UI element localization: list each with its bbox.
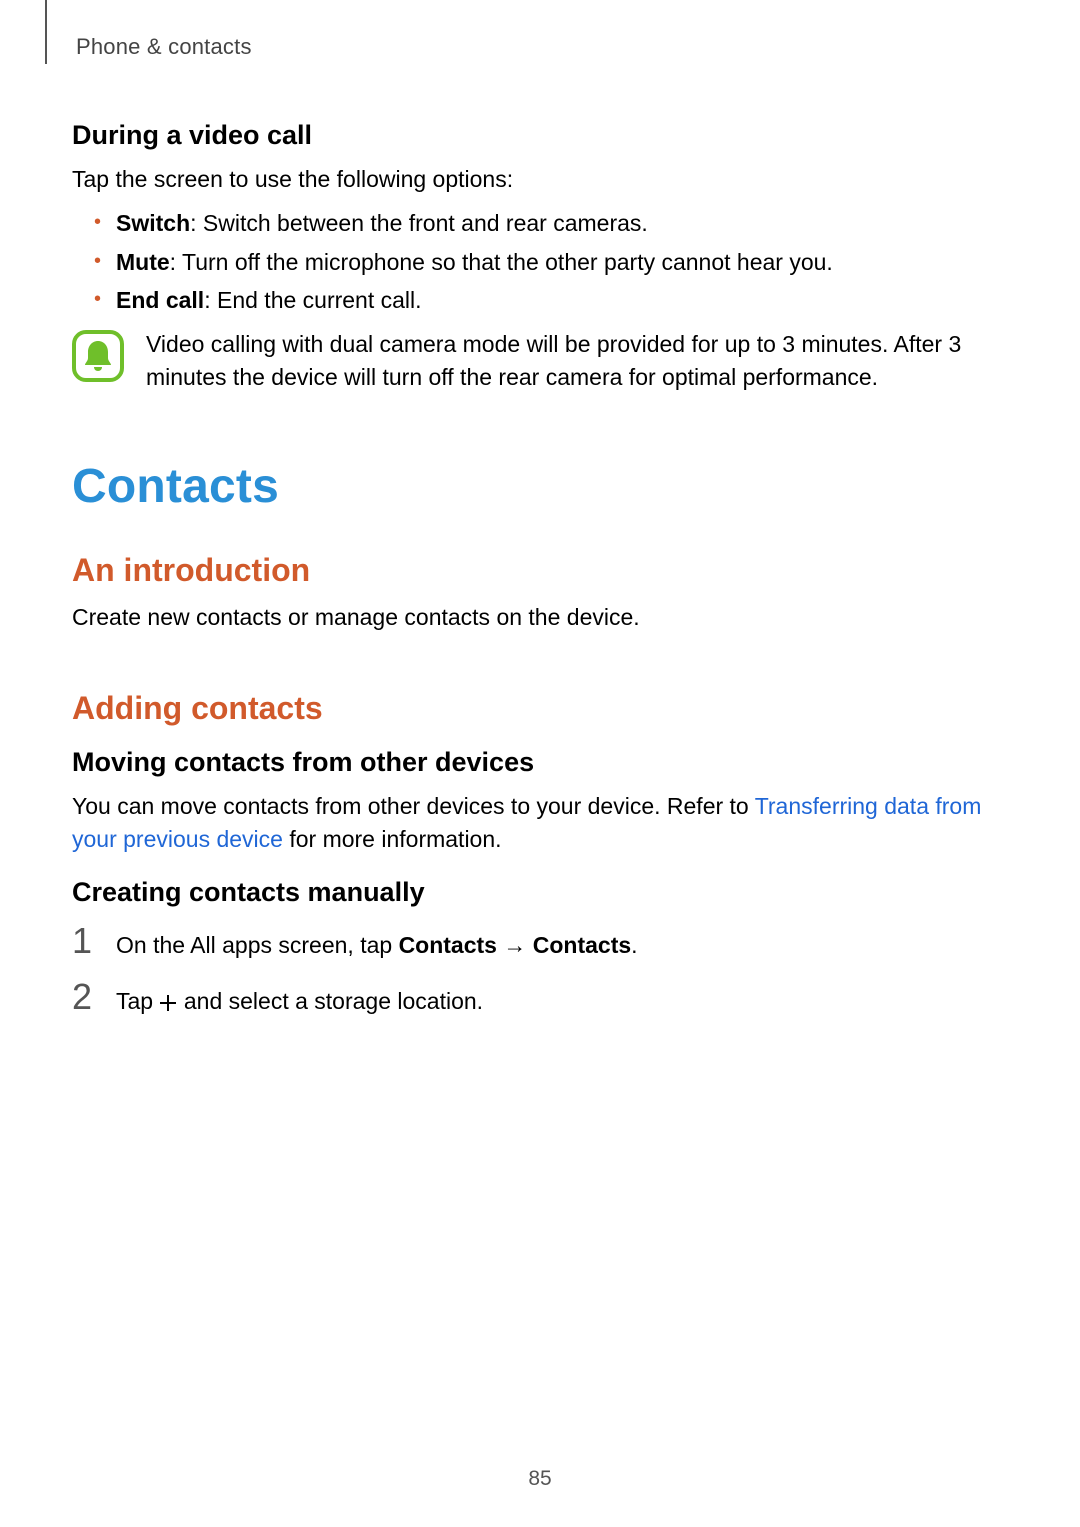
step-number: 2	[72, 976, 102, 1018]
arrow-text: →	[497, 932, 533, 958]
page-content: Phone & contacts During a video call Tap…	[0, 0, 1080, 1527]
option-label: Mute	[116, 249, 170, 275]
list-item: End call: End the current call.	[72, 283, 1008, 318]
note-bell-icon	[72, 330, 124, 382]
plus-icon	[159, 988, 177, 1014]
option-desc: : End the current call.	[204, 287, 421, 313]
ui-path-bold: Contacts	[533, 932, 631, 958]
step-text: On the All apps screen, tap Contacts → C…	[116, 929, 638, 962]
intro-text: Create new contacts or manage contacts o…	[72, 601, 1008, 634]
list-item: Mute: Turn off the microphone so that th…	[72, 245, 1008, 280]
option-desc: : Turn off the microphone so that the ot…	[170, 249, 833, 275]
heading-adding-contacts: Adding contacts	[72, 690, 1008, 727]
page-number: 85	[0, 1467, 1080, 1491]
text-segment: You can move contacts from other devices…	[72, 793, 755, 819]
heading-during-video-call: During a video call	[72, 120, 1008, 151]
breadcrumb: Phone & contacts	[72, 34, 1008, 60]
list-item: Switch: Switch between the front and rea…	[72, 206, 1008, 241]
heading-an-introduction: An introduction	[72, 552, 1008, 589]
option-desc: : Switch between the front and rear came…	[190, 210, 648, 236]
video-call-options-list: Switch: Switch between the front and rea…	[72, 206, 1008, 318]
step-number: 1	[72, 920, 102, 962]
text-segment: for more information.	[283, 826, 502, 852]
note-block: Video calling with dual camera mode will…	[72, 328, 1008, 395]
option-label: Switch	[116, 210, 190, 236]
text-segment: .	[631, 932, 637, 958]
text-segment: On the All apps screen, tap	[116, 932, 399, 958]
video-call-intro: Tap the screen to use the following opti…	[72, 163, 1008, 196]
heading-contacts: Contacts	[72, 459, 1008, 514]
text-segment: Tap	[116, 988, 159, 1014]
note-text: Video calling with dual camera mode will…	[146, 328, 1008, 395]
step-text: Tap and select a storage location.	[116, 985, 483, 1018]
option-label: End call	[116, 287, 204, 313]
heading-creating-manually: Creating contacts manually	[72, 877, 1008, 908]
text-segment: and select a storage location.	[177, 988, 483, 1014]
step-row: 1 On the All apps screen, tap Contacts →…	[72, 920, 1008, 962]
step-row: 2 Tap and select a storage location.	[72, 976, 1008, 1018]
heading-moving-contacts: Moving contacts from other devices	[72, 747, 1008, 778]
ui-path-bold: Contacts	[399, 932, 497, 958]
moving-contacts-text: You can move contacts from other devices…	[72, 790, 1008, 857]
